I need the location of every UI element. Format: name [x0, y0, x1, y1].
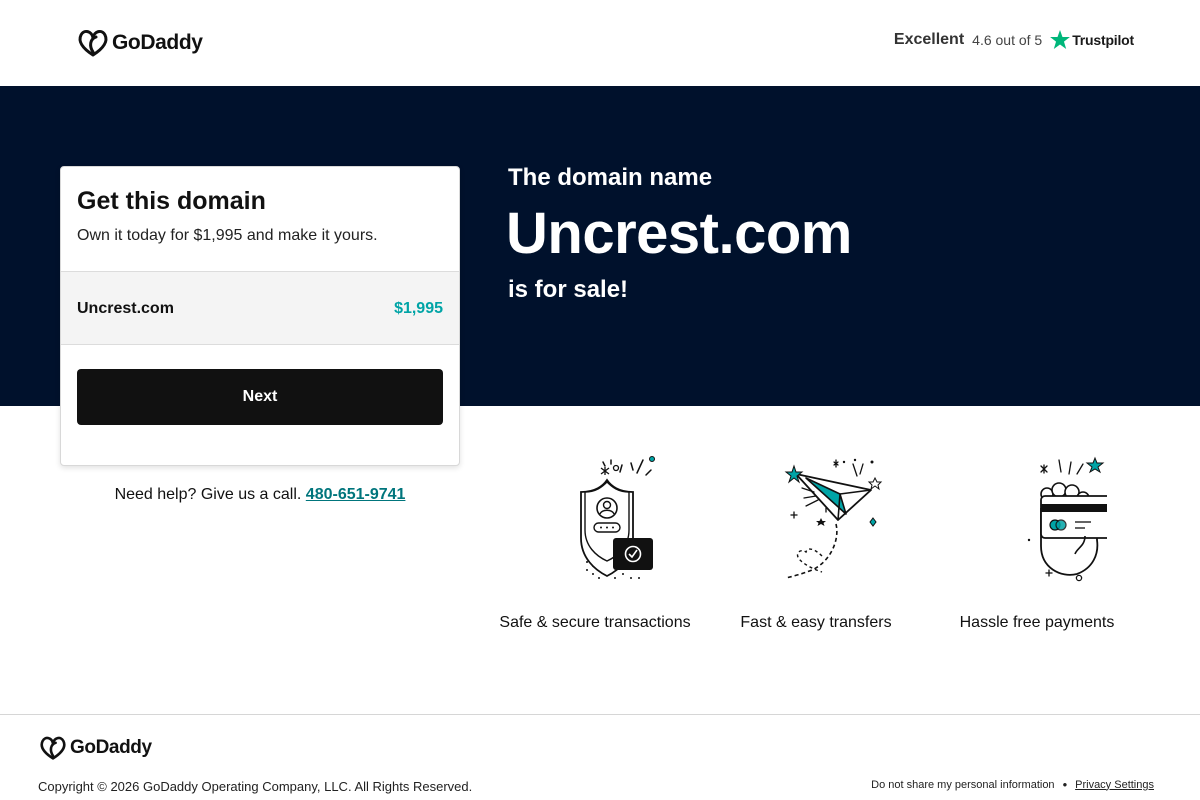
feature-secure: Safe & secure transactions	[485, 450, 705, 631]
card-subtitle: Own it today for $1,995 and make it your…	[77, 227, 378, 244]
card-title: Get this domain	[77, 187, 266, 215]
trustpilot-logo: Trustpilot	[1050, 30, 1134, 49]
rating-score: 4.6 out of 5	[972, 31, 1043, 48]
godaddy-mark-icon	[40, 736, 66, 760]
feature-label: Safe & secure transactions	[499, 614, 691, 631]
feature-transfers: Fast & easy transfers	[706, 450, 926, 631]
paper-plane-icon	[784, 458, 883, 579]
purchase-card: Get this domain Own it today for $1,995 …	[60, 166, 460, 466]
rating-word: Excellent	[893, 30, 965, 48]
footer-brand-name: GoDaddy	[70, 737, 152, 758]
footer-links: Do not share my personal information • P…	[871, 777, 1154, 792]
feature-label: Hassle free payments	[959, 614, 1115, 631]
row-domain-name: Uncrest.com	[77, 300, 174, 317]
link-separator: •	[1062, 777, 1068, 792]
trustpilot-rating[interactable]: Excellent 4.6 out of 5 Trustpilot	[894, 30, 1134, 49]
godaddy-logo[interactable]: GoDaddy	[77, 28, 203, 58]
trustpilot-label: Trustpilot	[1072, 31, 1134, 48]
help-text: Need help? Give us a call.	[114, 486, 302, 503]
privacy-settings-link[interactable]: Privacy Settings	[1075, 779, 1154, 791]
card-in-hand-icon	[1027, 456, 1107, 582]
domain-price-row: Uncrest.com $1,995	[61, 271, 459, 345]
do-not-share-link[interactable]: Do not share my personal information	[871, 779, 1054, 791]
hero-eyebrow: The domain name	[508, 164, 713, 191]
copyright-text: Copyright © 2026 GoDaddy Operating Compa…	[38, 779, 473, 794]
hero-for-sale: is for sale!	[508, 276, 629, 303]
hero-domain-name: Uncrest.com	[506, 201, 852, 266]
trustpilot-star-icon	[1050, 30, 1071, 49]
phone-link[interactable]: 480-651-9741	[306, 486, 406, 503]
shield-icon	[580, 456, 655, 579]
brand-name: GoDaddy	[112, 31, 203, 54]
footer-godaddy-logo[interactable]: GoDaddy	[39, 735, 152, 761]
site-header: GoDaddy Excellent 4.6 out of 5 Trustpilo…	[0, 0, 1200, 86]
feature-payments: Hassle free payments	[927, 450, 1147, 631]
help-line: Need help? Give us a call. 480-651-9741	[60, 486, 460, 504]
godaddy-mark-icon	[78, 29, 108, 57]
feature-label: Fast & easy transfers	[740, 614, 892, 631]
next-button[interactable]: Next	[77, 369, 443, 425]
row-price: $1,995	[394, 300, 443, 317]
site-footer: GoDaddy Copyright © 2026 GoDaddy Operati…	[0, 714, 1200, 800]
